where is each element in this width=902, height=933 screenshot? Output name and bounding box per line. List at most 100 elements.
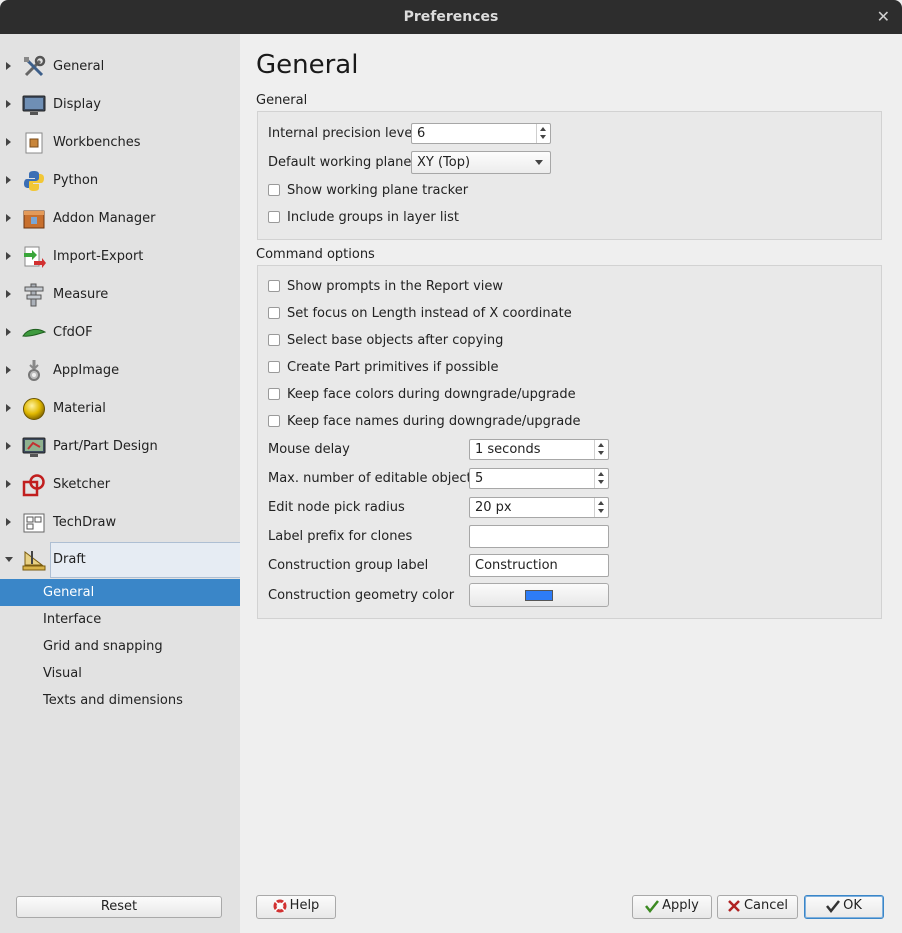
- cancel-button[interactable]: Cancel: [717, 895, 798, 919]
- chevron-down-icon: [535, 160, 543, 165]
- sidebar-item-label: AppImage: [53, 363, 120, 378]
- ok-check-icon: [826, 899, 841, 913]
- mouse-delay-spinbox[interactable]: 1 seconds: [469, 439, 609, 460]
- expand-arrow-icon[interactable]: [6, 214, 11, 222]
- expand-arrow-icon[interactable]: [6, 100, 11, 108]
- workbench-icon: [25, 132, 43, 154]
- spin-arrows[interactable]: [594, 469, 608, 488]
- keep-face-names-checkbox[interactable]: [268, 415, 280, 427]
- precision-value: 6: [417, 126, 426, 141]
- sidebar-item-appimage[interactable]: AppImage: [0, 353, 240, 389]
- sidebar-item-label: Measure: [53, 287, 109, 302]
- part-design-icon: [22, 437, 46, 457]
- spin-up-icon[interactable]: [598, 472, 604, 476]
- command-group-box: Show prompts in the Report view Set focu…: [257, 265, 882, 619]
- color-swatch: [525, 590, 553, 601]
- spin-down-icon[interactable]: [598, 509, 604, 513]
- spin-up-icon[interactable]: [540, 127, 546, 131]
- sidebar-item-draft[interactable]: Draft: [0, 542, 241, 578]
- sidebar-subitem-visual[interactable]: Visual: [0, 660, 240, 687]
- construction-color-button[interactable]: [469, 583, 609, 607]
- expand-arrow-icon[interactable]: [6, 138, 11, 146]
- sidebar-item-label: TechDraw: [53, 515, 117, 530]
- spin-arrows[interactable]: [594, 440, 608, 459]
- ok-button[interactable]: OK: [804, 895, 884, 919]
- expand-arrow-icon[interactable]: [6, 62, 11, 70]
- expand-arrow-icon[interactable]: [6, 480, 11, 488]
- general-section-label: General: [256, 93, 308, 108]
- sidebar-item-label: Display: [53, 97, 101, 112]
- title-bar: Preferences ✕: [0, 0, 902, 34]
- cfdof-icon: [22, 328, 46, 337]
- spin-up-icon[interactable]: [598, 501, 604, 505]
- expand-arrow-icon[interactable]: [6, 518, 11, 526]
- include-groups-label: Include groups in layer list: [287, 210, 459, 225]
- sidebar-subitem-interface[interactable]: Interface: [0, 606, 240, 633]
- show-tracker-label: Show working plane tracker: [287, 183, 469, 198]
- expand-arrow-icon[interactable]: [6, 328, 11, 336]
- apply-button[interactable]: Apply: [632, 895, 712, 919]
- sidebar-item-cfdof[interactable]: CfdOF: [0, 315, 240, 351]
- sidebar-item-measure[interactable]: Measure: [0, 277, 240, 313]
- ok-label: OK: [843, 898, 862, 913]
- sidebar-subitem-label: Grid and snapping: [43, 639, 163, 654]
- sidebar-item-import-export[interactable]: Import-Export: [0, 239, 240, 275]
- spin-down-icon[interactable]: [598, 480, 604, 484]
- check-label: Keep face colors during downgrade/upgrad…: [287, 387, 576, 402]
- check-label: Set focus on Length instead of X coordin…: [287, 306, 572, 321]
- spin-down-icon[interactable]: [540, 135, 546, 139]
- sidebar-item-techdraw[interactable]: TechDraw: [0, 505, 240, 541]
- expand-arrow-icon[interactable]: [6, 442, 11, 450]
- spin-down-icon[interactable]: [598, 451, 604, 455]
- cancel-x-icon: [728, 899, 740, 912]
- sidebar-subitem-label: Visual: [43, 666, 82, 681]
- help-button[interactable]: Help: [256, 895, 336, 919]
- spin-arrows[interactable]: [536, 124, 550, 143]
- expand-arrow-icon[interactable]: [6, 252, 11, 260]
- sidebar-item-general[interactable]: General: [0, 49, 240, 85]
- precision-spinbox[interactable]: 6: [411, 123, 551, 144]
- working-plane-dropdown[interactable]: XY (Top): [411, 151, 551, 174]
- check-label: Create Part primitives if possible: [287, 360, 499, 375]
- sidebar-subitem-texts-dimensions[interactable]: Texts and dimensions: [0, 687, 240, 714]
- spin-up-icon[interactable]: [598, 443, 604, 447]
- expand-arrow-icon[interactable]: [6, 176, 11, 184]
- sidebar-item-sketcher[interactable]: Sketcher: [0, 467, 240, 503]
- general-group-box: Internal precision level 6 Default worki…: [257, 111, 882, 240]
- reset-button[interactable]: Reset: [16, 896, 222, 918]
- sidebar-item-addon-manager[interactable]: Addon Manager: [0, 201, 240, 237]
- clone-prefix-input[interactable]: [469, 525, 609, 548]
- spin-arrows[interactable]: [594, 498, 608, 517]
- select-base-checkbox[interactable]: [268, 334, 280, 346]
- check-label: Show prompts in the Report view: [287, 279, 504, 294]
- keep-face-colors-checkbox[interactable]: [268, 388, 280, 400]
- tools-icon: [24, 55, 46, 77]
- monitor-icon: [22, 95, 46, 115]
- sidebar-item-material[interactable]: Material: [0, 391, 240, 427]
- max-editable-spinbox[interactable]: 5: [469, 468, 609, 489]
- expand-arrow-icon[interactable]: [6, 404, 11, 412]
- sidebar-subitem-general[interactable]: General: [0, 579, 240, 606]
- working-plane-label: Default working plane: [268, 155, 412, 170]
- apply-label: Apply: [662, 898, 699, 913]
- expand-arrow-icon[interactable]: [6, 290, 11, 298]
- sidebar-subitem-grid-snapping[interactable]: Grid and snapping: [0, 633, 240, 660]
- show-prompts-checkbox[interactable]: [268, 280, 280, 292]
- help-icon: [273, 899, 287, 912]
- expand-arrow-icon[interactable]: [6, 366, 11, 374]
- part-primitives-checkbox[interactable]: [268, 361, 280, 373]
- pick-radius-spinbox[interactable]: 20 px: [469, 497, 609, 518]
- page-title: General: [256, 50, 359, 80]
- focus-length-checkbox[interactable]: [268, 307, 280, 319]
- sidebar-item-workbenches[interactable]: Workbenches: [0, 125, 240, 161]
- sidebar-item-python[interactable]: Python: [0, 163, 240, 199]
- preferences-content: General General Internal precision level…: [240, 34, 902, 933]
- sidebar-item-display[interactable]: Display: [0, 87, 240, 123]
- construction-group-input[interactable]: Construction: [469, 554, 609, 577]
- show-tracker-checkbox[interactable]: [268, 184, 280, 196]
- collapse-arrow-icon[interactable]: [5, 557, 13, 562]
- sidebar-item-part-design[interactable]: Part/Part Design: [0, 429, 240, 465]
- close-icon[interactable]: ✕: [877, 7, 890, 26]
- techdraw-icon: [23, 513, 45, 533]
- include-groups-checkbox[interactable]: [268, 211, 280, 223]
